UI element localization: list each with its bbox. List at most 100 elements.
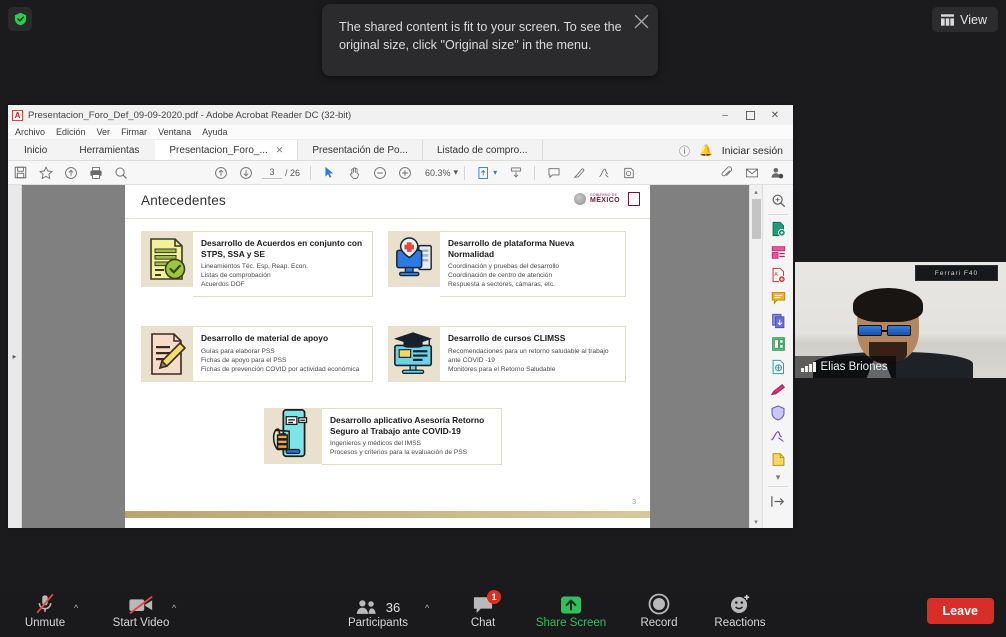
card-climss-line-1: Recomendaciones para un retorno saludabl… (448, 347, 609, 364)
reactions-button[interactable]: Reactions (705, 585, 775, 637)
bell-icon[interactable]: 🔔 (699, 144, 713, 157)
card-material-line-3: Fichas de prevención COVID por actividad… (201, 365, 360, 373)
tab-inicio[interactable]: Inicio (8, 140, 63, 160)
share-screen-button[interactable]: Share Screen (533, 585, 609, 637)
close-window-button[interactable]: ✕ (763, 105, 787, 125)
participant-glasses-left (858, 325, 882, 336)
menu-ayuda[interactable]: Ayuda (202, 127, 227, 137)
help-circle-icon[interactable]: ⓘ (679, 143, 690, 159)
star-icon[interactable] (33, 161, 58, 185)
search-tool-icon[interactable] (767, 189, 790, 211)
leave-button[interactable]: Leave (926, 598, 994, 624)
page-number-input[interactable]: 3 (262, 166, 282, 179)
print-icon[interactable] (83, 161, 108, 185)
menu-ventana[interactable]: Ventana (158, 127, 191, 137)
view-button[interactable]: View (932, 7, 998, 32)
comment-icon[interactable] (541, 161, 566, 185)
zoom-level-dropdown[interactable]: 60.3% ▾ (425, 167, 458, 178)
sign-in-link[interactable]: Iniciar sesión (722, 145, 783, 157)
create-pdf-icon[interactable] (767, 218, 790, 240)
tools-divider-2 (768, 486, 788, 487)
page-fit-caret-icon[interactable]: ▾ (493, 168, 497, 177)
mic-muted-glyph (36, 593, 54, 613)
participants-icon: 36 (356, 593, 400, 615)
maximize-button[interactable] (738, 105, 762, 125)
scroll-thumb[interactable] (752, 199, 761, 239)
fill-sign-icon[interactable] (767, 425, 790, 447)
chat-label: Chat (470, 616, 496, 629)
upload-cloud-icon[interactable] (58, 161, 83, 185)
start-video-button[interactable]: Start Video (104, 585, 178, 637)
scroll-mode-glyph (510, 167, 521, 177)
edit-pdf-icon[interactable] (767, 379, 790, 401)
toolbar-divider-3 (534, 165, 536, 180)
highlight-icon[interactable] (566, 161, 591, 185)
page-up-icon[interactable] (208, 161, 233, 185)
protect-pdf-glyph (772, 359, 784, 375)
record-button[interactable]: Record (630, 585, 688, 637)
stamp-tool-icon[interactable] (767, 448, 790, 470)
record-glyph (648, 593, 670, 614)
tab-inicio-label: Inicio (24, 144, 48, 156)
sign-glyph (598, 168, 609, 178)
zoom-out-glyph (373, 166, 386, 179)
participants-button[interactable]: 36 Participants (340, 585, 416, 637)
shield-tool-icon[interactable] (767, 402, 790, 424)
tab-presentacion-po[interactable]: Presentación de Po... (298, 140, 423, 160)
attach-share-icon[interactable] (714, 161, 739, 185)
unmute-button[interactable]: Unmute (14, 585, 76, 637)
card-acuerdos-line-3: Acuerdos DOF (201, 281, 245, 288)
person-share-icon[interactable] (764, 161, 789, 185)
menu-edicion[interactable]: Edición (56, 127, 86, 137)
card-climss-line-2: Monitores para el Retorno Saludable (448, 365, 556, 373)
organize-pages-icon[interactable] (767, 333, 790, 355)
search-glyph (114, 166, 127, 179)
comment-tool-icon[interactable] (767, 287, 790, 309)
participant-video-thumbnail[interactable]: Ferrari F40 Elias Briones (795, 262, 1006, 378)
stamp-icon[interactable] (616, 161, 641, 185)
navigation-pane-toggle[interactable]: ▸ (8, 185, 22, 528)
protect-pdf-icon[interactable] (767, 356, 790, 378)
sign-icon[interactable] (591, 161, 616, 185)
close-icon[interactable] (634, 14, 649, 29)
participants-options-caret-icon[interactable]: ^ (425, 603, 429, 613)
hand-tool-icon[interactable] (342, 161, 367, 185)
export-pdf-icon[interactable]: A (767, 264, 790, 286)
scroll-up-arrow[interactable]: ▴ (750, 185, 762, 198)
scroll-mode-icon[interactable] (503, 161, 528, 185)
page-down-icon[interactable] (233, 161, 258, 185)
more-tools-chevron-icon[interactable]: ▾ (767, 471, 790, 483)
document-vertical-scrollbar[interactable]: ▴ ▾ (749, 185, 762, 528)
video-options-caret-icon[interactable]: ^ (172, 603, 176, 613)
mexico-eagle-seal-icon (573, 193, 586, 205)
email-icon[interactable] (739, 161, 764, 185)
chat-button[interactable]: 1 Chat (455, 585, 511, 637)
attach-glyph (721, 166, 732, 176)
select-cursor-icon[interactable] (317, 161, 342, 185)
audio-options-caret-icon[interactable]: ^ (74, 603, 78, 613)
menu-archivo[interactable]: Archivo (15, 127, 45, 137)
tab-close-icon[interactable]: ✕ (276, 145, 284, 156)
scroll-down-arrow[interactable]: ▾ (750, 515, 762, 528)
collapse-panel-icon[interactable] (767, 490, 790, 512)
save-icon[interactable] (8, 161, 33, 185)
minimize-button[interactable]: – (713, 105, 737, 125)
search-icon[interactable] (108, 161, 133, 185)
hand-phone-app-icon (264, 408, 322, 464)
pdf-page-canvas[interactable]: Antecedentes GOBIERNO DE MÉXICO Desarrol… (125, 185, 650, 528)
tab-presentacion-foro[interactable]: Presentacion_Foro_... ✕ (155, 140, 299, 160)
tab-herramientas[interactable]: Herramientas (63, 140, 155, 160)
compress-pdf-icon[interactable] (767, 310, 790, 332)
create-pdf-glyph (772, 221, 786, 237)
zoom-in-icon[interactable] (392, 161, 417, 185)
tab-listado-compro[interactable]: Listado de compro... (423, 140, 543, 160)
book-icon (628, 192, 640, 206)
zoom-meeting-stage: View The shared content is fit to your s… (0, 0, 1006, 585)
menu-firmar[interactable]: Firmar (121, 127, 147, 137)
encryption-shield-icon[interactable] (8, 7, 32, 31)
start-video-label: Start Video (112, 616, 170, 629)
menu-ver[interactable]: Ver (97, 127, 111, 137)
combine-files-icon[interactable] (767, 241, 790, 263)
comment-tool-glyph (771, 292, 785, 305)
zoom-out-icon[interactable] (367, 161, 392, 185)
